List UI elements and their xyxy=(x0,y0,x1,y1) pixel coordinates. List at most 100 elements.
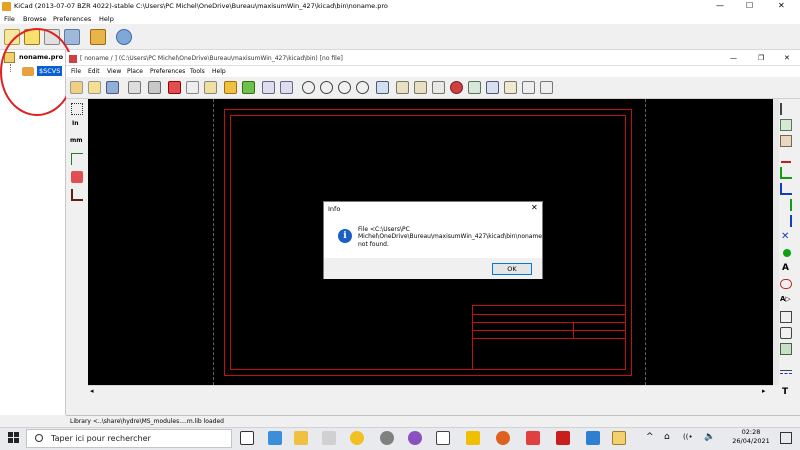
kicad-taskbar-icon[interactable] xyxy=(612,431,626,445)
add-sheet-pin-icon[interactable] xyxy=(780,343,792,355)
tray-volume-icon[interactable]: 🔈 xyxy=(704,433,715,442)
select-arrow-icon[interactable] xyxy=(780,103,792,115)
hierarchy-navigator-icon[interactable] xyxy=(376,81,389,94)
inner-menu-help[interactable]: Help xyxy=(212,68,226,75)
inner-menu-edit[interactable]: Edit xyxy=(88,68,100,75)
notification-center-icon[interactable] xyxy=(780,432,792,444)
highlight-net-icon[interactable] xyxy=(780,119,792,131)
app-icon-5[interactable] xyxy=(350,431,364,445)
new-schematic-icon[interactable] xyxy=(70,81,83,94)
menu-browse[interactable]: Browse xyxy=(23,15,47,23)
erc-icon[interactable] xyxy=(450,81,463,94)
inner-menu-place[interactable]: Place xyxy=(127,68,143,75)
zoom-out-icon[interactable] xyxy=(320,81,333,94)
cursor-shape-icon[interactable] xyxy=(71,153,83,165)
add-text-icon[interactable]: T xyxy=(782,387,788,397)
inner-menu-tools[interactable]: Tools xyxy=(190,68,205,75)
app-icon-6[interactable] xyxy=(380,431,394,445)
library-browser-icon[interactable] xyxy=(414,81,427,94)
bus-to-bus-entry-icon[interactable] xyxy=(780,215,792,227)
zoom-redraw-icon[interactable] xyxy=(338,81,351,94)
add-global-label-icon[interactable] xyxy=(780,279,792,289)
paste-icon[interactable] xyxy=(204,81,217,94)
menu-preferences[interactable]: Preferences xyxy=(53,15,91,23)
close-button[interactable]: ✕ xyxy=(778,1,785,10)
inner-minimize-button[interactable]: — xyxy=(730,54,737,62)
tray-overflow-icon[interactable]: ^ xyxy=(646,433,654,442)
menu-help[interactable]: Help xyxy=(99,15,114,23)
scroll-left-arrow[interactable]: ◂ xyxy=(90,387,94,395)
inner-restore-button[interactable]: ❐ xyxy=(758,54,764,62)
zoom-in-icon[interactable] xyxy=(302,81,315,94)
save-project-icon[interactable] xyxy=(64,29,80,45)
netlist-icon[interactable] xyxy=(468,81,481,94)
page-settings-icon[interactable] xyxy=(128,81,141,94)
tray-wifi-icon[interactable]: ((• xyxy=(683,433,693,442)
save-icon[interactable] xyxy=(106,81,119,94)
vertical-scrollbar[interactable] xyxy=(773,99,779,385)
backannotate-icon[interactable] xyxy=(540,81,553,94)
windows-start-icon[interactable] xyxy=(8,432,20,444)
add-component-icon[interactable] xyxy=(780,135,792,147)
maximize-button[interactable]: ☐ xyxy=(746,1,753,10)
app-icon-4[interactable] xyxy=(322,431,336,445)
print-icon[interactable] xyxy=(148,81,161,94)
horizontal-scrollbar[interactable]: ◂ ▸ xyxy=(88,385,773,397)
inner-menu-file[interactable]: File xyxy=(71,68,81,75)
units-inch-button[interactable]: In xyxy=(72,120,79,127)
add-bus-icon[interactable] xyxy=(780,183,792,195)
scroll-right-arrow[interactable]: ▸ xyxy=(762,387,766,395)
find-replace-icon[interactable] xyxy=(280,81,293,94)
add-label-icon[interactable]: A xyxy=(782,263,789,273)
no-connect-icon[interactable]: ✕ xyxy=(781,231,789,243)
add-junction-icon[interactable] xyxy=(783,249,791,257)
pdf-reader-icon[interactable] xyxy=(556,431,570,445)
annotate-icon[interactable] xyxy=(432,81,445,94)
open-schematic-icon[interactable] xyxy=(88,81,101,94)
inner-menu-view[interactable]: View xyxy=(107,68,121,75)
find-icon[interactable] xyxy=(262,81,275,94)
add-hier-sheet-icon[interactable] xyxy=(780,311,792,323)
app-icon-9[interactable] xyxy=(466,431,480,445)
add-wire-icon[interactable] xyxy=(780,167,792,179)
archive-icon[interactable] xyxy=(90,29,106,45)
copy-icon[interactable] xyxy=(186,81,199,94)
undo-icon[interactable] xyxy=(224,81,237,94)
grid-toggle-icon[interactable] xyxy=(71,103,83,115)
edge-browser-icon[interactable] xyxy=(268,431,282,445)
bus-wire-orientation-icon[interactable] xyxy=(71,189,83,201)
status-message: Library <..\share\hydre\MS_modules....m.… xyxy=(70,418,224,425)
taskbar-clock[interactable]: 02:28 26/04/2021 xyxy=(728,428,774,446)
task-view-icon[interactable] xyxy=(240,431,254,445)
redo-icon[interactable] xyxy=(242,81,255,94)
hidden-pins-icon[interactable] xyxy=(71,171,83,183)
tray-network-icon[interactable]: ⌂ xyxy=(664,433,670,442)
add-power-icon[interactable] xyxy=(781,151,791,163)
file-explorer-icon[interactable] xyxy=(294,431,308,445)
ok-button[interactable]: OK xyxy=(492,263,532,275)
units-mm-button[interactable]: mm xyxy=(70,137,83,144)
inner-menu-preferences[interactable]: Preferences xyxy=(150,68,185,75)
cvpcb-icon[interactable] xyxy=(504,81,517,94)
zoom-fit-icon[interactable] xyxy=(356,81,369,94)
add-graphic-line-icon[interactable] xyxy=(780,359,792,371)
app-icon-13[interactable] xyxy=(586,431,600,445)
taskbar-search-box[interactable]: Taper ici pour rechercher xyxy=(26,429,232,448)
minimize-button[interactable]: — xyxy=(716,1,724,10)
firefox-icon[interactable] xyxy=(496,431,510,445)
menu-file[interactable]: File xyxy=(4,15,15,23)
dialog-close-button[interactable]: ✕ xyxy=(531,203,538,212)
pcbnew-icon[interactable] xyxy=(522,81,535,94)
app-icon-11[interactable] xyxy=(526,431,540,445)
add-dashed-line-icon[interactable] xyxy=(780,373,792,383)
inner-close-button[interactable]: ✕ xyxy=(784,54,790,62)
app-icon-8[interactable] xyxy=(436,431,450,445)
import-sheet-pin-icon[interactable] xyxy=(780,327,792,339)
bom-icon[interactable] xyxy=(486,81,499,94)
wire-to-bus-entry-icon[interactable] xyxy=(780,199,792,211)
refresh-icon[interactable] xyxy=(116,29,132,45)
add-hier-label-icon[interactable]: A▷ xyxy=(780,295,791,303)
cut-icon[interactable] xyxy=(168,81,181,94)
app-icon-7[interactable] xyxy=(408,431,422,445)
library-editor-icon[interactable] xyxy=(396,81,409,94)
